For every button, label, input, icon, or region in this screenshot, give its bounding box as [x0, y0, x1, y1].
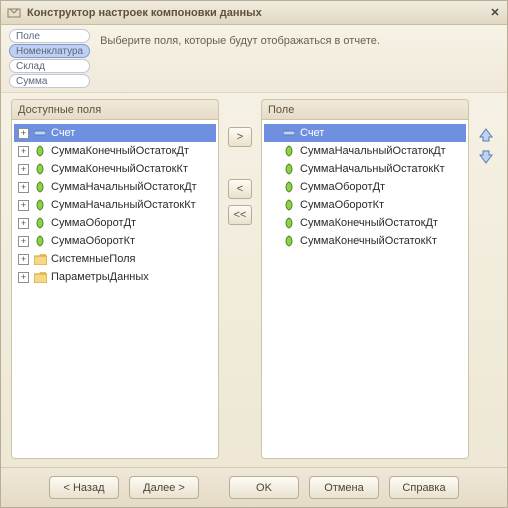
tree-row[interactable]: СуммаКонечныйОстатокДт [264, 214, 466, 232]
tree-row[interactable]: + ПараметрыДанных [14, 268, 216, 286]
pill-selected: Номенклатура [9, 44, 90, 58]
close-button[interactable]: ✕ [487, 5, 503, 21]
expand-icon[interactable]: + [18, 272, 29, 283]
tree-item-label: СуммаОборотДт [300, 181, 385, 193]
tree-item-label: СуммаКонечныйОстатокДт [51, 145, 189, 157]
leaf-icon [33, 163, 47, 175]
tree-row[interactable]: + СистемныеПоля [14, 250, 216, 268]
pill-warehouse: Склад [9, 59, 90, 73]
minus-icon [33, 127, 47, 139]
remove-all-button[interactable]: << [228, 205, 252, 225]
next-button[interactable]: Далее > [129, 476, 199, 499]
tree-item-label: СуммаНачальныйОстатокКт [300, 163, 445, 175]
tree-item-label: СистемныеПоля [51, 253, 135, 265]
tree-item-label: СуммаКонечныйОстатокКт [300, 235, 437, 247]
leaf-icon [33, 235, 47, 247]
expand-icon[interactable]: + [18, 200, 29, 211]
tree-row[interactable]: + СуммаКонечныйОстатокДт [14, 142, 216, 160]
field-preview-stack: Поле Номенклатура Склад Сумма [9, 29, 90, 88]
tree-row[interactable]: + Счет [14, 124, 216, 142]
expand-icon[interactable]: + [18, 254, 29, 265]
pill-sum: Сумма [9, 74, 90, 88]
tree-item-label: СуммаНачальныйОстатокДт [51, 181, 197, 193]
expand-icon[interactable]: + [18, 236, 29, 247]
cancel-button[interactable]: Отмена [309, 476, 379, 499]
move-down-button[interactable] [477, 149, 495, 165]
expand-icon[interactable]: + [18, 182, 29, 193]
footer: < Назад Далее > OK Отмена Справка [1, 467, 507, 507]
tree-row[interactable]: СуммаНачальныйОстатокДт [264, 142, 466, 160]
tree-row[interactable]: СуммаКонечныйОстатокКт [264, 232, 466, 250]
add-button[interactable]: > [228, 127, 252, 147]
back-button[interactable]: < Назад [49, 476, 119, 499]
tree-item-label: СуммаКонечныйОстатокДт [300, 217, 438, 229]
leaf-icon [282, 235, 296, 247]
available-fields-tree[interactable]: + Счет + СуммаКонечныйОстатокДт + СуммаКонечн… [11, 119, 219, 459]
wizard-header: Поле Номенклатура Склад Сумма Выберите п… [1, 25, 507, 93]
app-icon [7, 6, 21, 20]
expand-icon[interactable]: + [18, 164, 29, 175]
folder-icon [33, 254, 47, 265]
tree-item-label: Счет [300, 127, 324, 139]
tree-row[interactable]: + СуммаКонечныйОстатокКт [14, 160, 216, 178]
tree-item-label: ПараметрыДанных [51, 271, 149, 283]
tree-row[interactable]: + СуммаНачальныйОстатокКт [14, 196, 216, 214]
selected-fields-tree[interactable]: Счет СуммаНачальныйОстатокДт СуммаНачальны… [261, 119, 469, 459]
leaf-icon [33, 217, 47, 229]
titlebar: Конструктор настроек компоновки данных ✕ [1, 1, 507, 25]
tree-item-label: СуммаКонечныйОстатокКт [51, 163, 188, 175]
tree-row[interactable]: + СуммаОборотДт [14, 214, 216, 232]
tree-item-label: СуммаОборотКт [300, 199, 384, 211]
tree-item-label: СуммаНачальныйОстатокДт [300, 145, 446, 157]
expand-icon[interactable]: + [18, 146, 29, 157]
tree-row[interactable]: СуммаНачальныйОстатокКт [264, 160, 466, 178]
window-title: Конструктор настроек компоновки данных [27, 7, 487, 19]
tree-item-label: Счет [51, 127, 75, 139]
tree-row[interactable]: + СуммаНачальныйОстатокДт [14, 178, 216, 196]
tree-item-label: СуммаНачальныйОстатокКт [51, 199, 196, 211]
leaf-icon [282, 199, 296, 211]
remove-button[interactable]: < [228, 179, 252, 199]
wizard-hint: Выберите поля, которые будут отображатьс… [100, 29, 380, 47]
selected-fields-header: Поле [261, 99, 469, 119]
tree-row[interactable]: СуммаОборотКт [264, 196, 466, 214]
pill-field: Поле [9, 29, 90, 43]
leaf-icon [33, 145, 47, 157]
tree-row[interactable]: + СуммаОборотКт [14, 232, 216, 250]
move-up-button[interactable] [477, 127, 495, 143]
help-button[interactable]: Справка [389, 476, 459, 499]
leaf-icon [282, 145, 296, 157]
leaf-icon [282, 217, 296, 229]
folder-icon [33, 272, 47, 283]
tree-item-label: СуммаОборотДт [51, 217, 136, 229]
expand-icon[interactable]: + [18, 128, 29, 139]
tree-item-label: СуммаОборотКт [51, 235, 135, 247]
expand-icon[interactable]: + [18, 218, 29, 229]
leaf-icon [33, 181, 47, 193]
available-fields-header: Доступные поля [11, 99, 219, 119]
leaf-icon [282, 181, 296, 193]
leaf-icon [282, 163, 296, 175]
tree-row[interactable]: СуммаОборотДт [264, 178, 466, 196]
leaf-icon [33, 199, 47, 211]
tree-row[interactable]: Счет [264, 124, 466, 142]
ok-button[interactable]: OK [229, 476, 299, 499]
minus-icon [282, 127, 296, 139]
